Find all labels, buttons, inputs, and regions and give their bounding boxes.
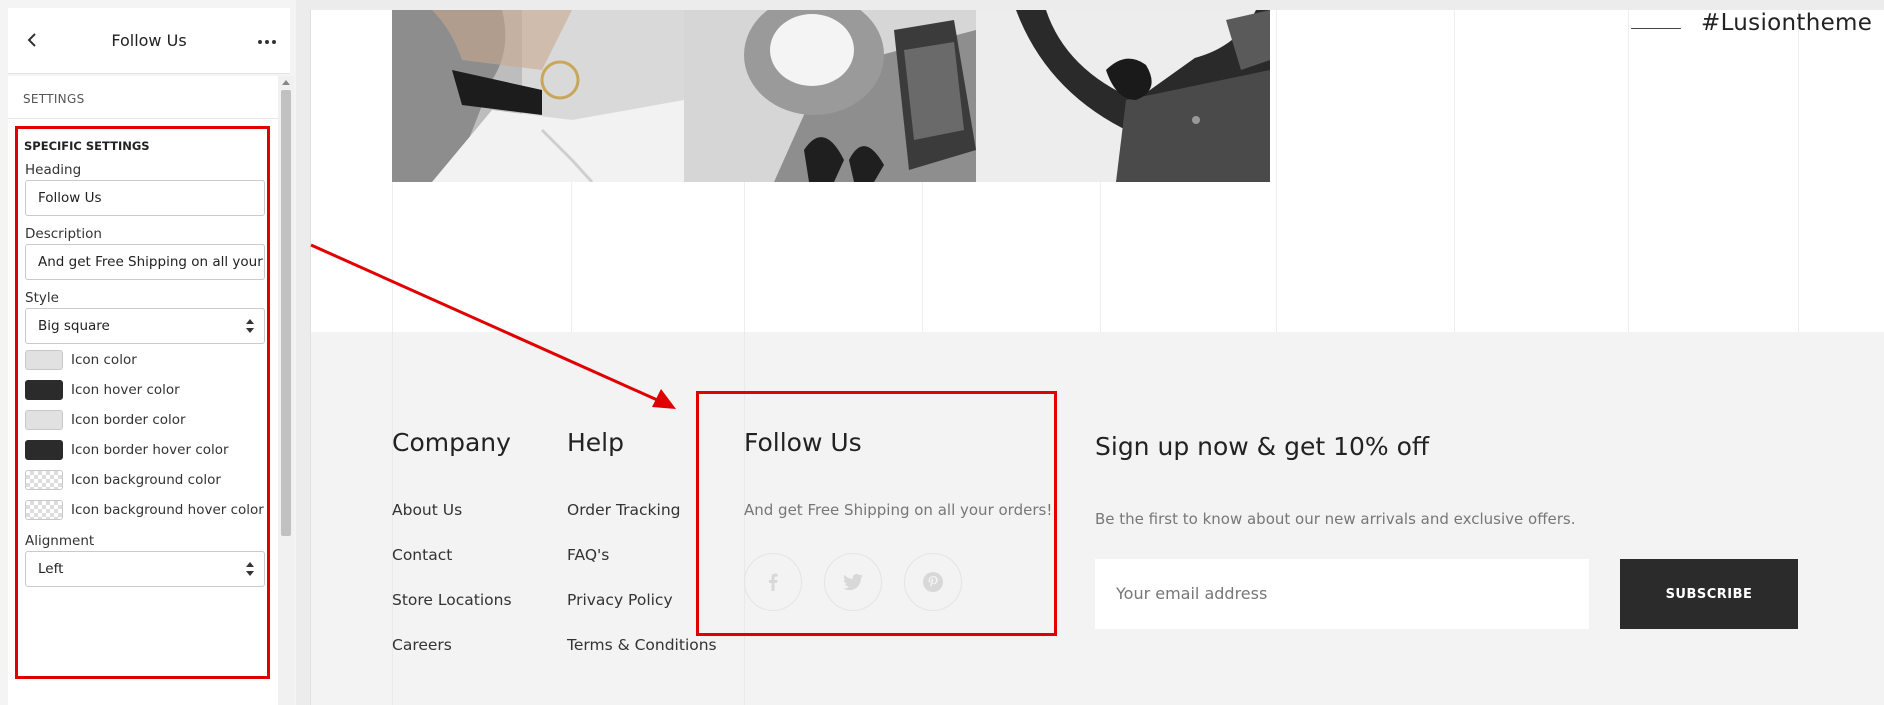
photo-bag-sunglasses <box>976 10 1270 182</box>
instagram-photo-1[interactable] <box>392 10 684 182</box>
divider <box>8 118 278 119</box>
follow-us-highlight-box <box>696 391 1057 636</box>
subscribe-button[interactable]: SUBSCRIBE <box>1620 559 1798 629</box>
link-faqs[interactable]: FAQ's <box>567 546 609 564</box>
icon-border-hover-color-label: Icon border hover color <box>71 442 229 458</box>
description-label: Description <box>25 226 102 242</box>
link-about-us[interactable]: About Us <box>392 501 462 519</box>
store-preview: #Lusiontheme Company About Us Contact St… <box>310 10 1884 705</box>
instagram-photo-3[interactable] <box>976 10 1270 182</box>
specific-settings-title: SPECIFIC SETTINGS <box>24 139 150 153</box>
instagram-photo-2[interactable] <box>684 10 976 182</box>
select-arrows-icon <box>246 562 254 576</box>
alignment-select[interactable]: Left <box>25 551 265 587</box>
icon-hover-color-swatch[interactable] <box>25 380 63 400</box>
icon-background-hover-color-label: Icon background hover color <box>71 502 264 518</box>
style-label: Style <box>25 290 59 306</box>
alignment-select-value: Left <box>38 561 64 577</box>
alignment-label: Alignment <box>25 533 95 549</box>
link-order-tracking[interactable]: Order Tracking <box>567 501 681 519</box>
specific-settings-highlight: SPECIFIC SETTINGS Heading Follow Us Desc… <box>15 126 270 679</box>
hashtag-dash <box>1631 27 1681 29</box>
sidebar-scrollbar[interactable] <box>278 76 294 705</box>
icon-background-hover-color-swatch[interactable] <box>25 500 63 520</box>
icon-border-color-row[interactable]: Icon border color <box>25 409 265 431</box>
style-select-value: Big square <box>38 318 110 334</box>
icon-background-color-swatch[interactable] <box>25 470 63 490</box>
icon-background-color-label: Icon background color <box>71 472 221 488</box>
heading-input[interactable]: Follow Us <box>25 180 265 216</box>
scroll-up-arrow-icon[interactable] <box>282 80 290 85</box>
icon-border-hover-color-swatch[interactable] <box>25 440 63 460</box>
style-select[interactable]: Big square <box>25 308 265 344</box>
back-button[interactable] <box>18 26 46 54</box>
settings-section-label: SETTINGS <box>23 92 85 106</box>
sidebar-header: Follow Us <box>8 8 290 74</box>
icon-border-color-label: Icon border color <box>71 412 186 428</box>
more-options-icon[interactable] <box>252 32 282 52</box>
company-heading: Company <box>392 428 511 457</box>
link-careers[interactable]: Careers <box>392 636 452 654</box>
icon-hover-color-row[interactable]: Icon hover color <box>25 379 265 401</box>
sidebar-settings-panel: SETTINGS SPECIFIC SETTINGS Heading Follo… <box>8 76 278 705</box>
photo-woman-choker <box>392 10 684 182</box>
signup-description: Be the first to know about our new arriv… <box>1095 510 1576 528</box>
link-privacy-policy[interactable]: Privacy Policy <box>567 591 673 609</box>
hashtag-text: #Lusiontheme <box>1701 10 1873 36</box>
link-contact[interactable]: Contact <box>392 546 452 564</box>
link-store-locations[interactable]: Store Locations <box>392 591 512 609</box>
sidebar-title: Follow Us <box>111 31 187 50</box>
chevron-left-icon <box>27 33 36 47</box>
select-arrows-icon <box>246 319 254 333</box>
icon-background-color-row[interactable]: Icon background color <box>25 469 265 491</box>
heading-label: Heading <box>25 162 82 178</box>
signup-heading: Sign up now & get 10% off <box>1095 432 1430 461</box>
description-input[interactable]: And get Free Shipping on all your orders… <box>25 244 265 280</box>
icon-color-row[interactable]: Icon color <box>25 349 265 371</box>
icon-background-hover-color-row[interactable]: Icon background hover color <box>25 499 265 521</box>
icon-color-label: Icon color <box>71 352 137 368</box>
email-input[interactable]: Your email address <box>1095 559 1589 629</box>
icon-border-hover-color-row[interactable]: Icon border hover color <box>25 439 265 461</box>
photo-hat-shoes <box>684 10 976 182</box>
theme-editor-sidebar: Follow Us SETTINGS SPECIFIC SETTINGS Hea… <box>0 0 296 705</box>
link-terms-conditions[interactable]: Terms & Conditions <box>567 636 717 654</box>
icon-color-swatch[interactable] <box>25 350 63 370</box>
hashtag-heading: #Lusiontheme <box>1631 10 1872 36</box>
icon-border-color-swatch[interactable] <box>25 410 63 430</box>
scrollbar-thumb[interactable] <box>281 90 291 536</box>
icon-hover-color-label: Icon hover color <box>71 382 180 398</box>
help-heading: Help <box>567 428 624 457</box>
